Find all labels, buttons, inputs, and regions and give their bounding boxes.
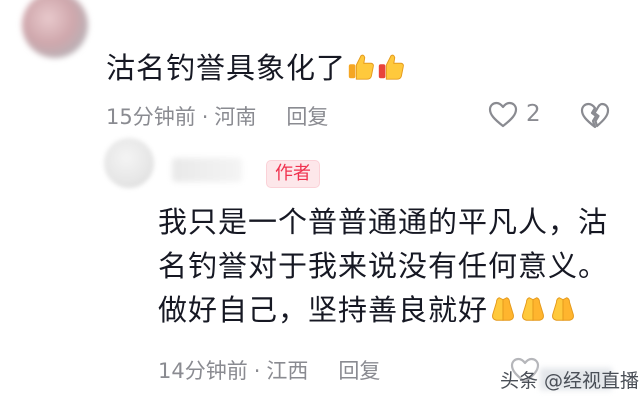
meta-separator: · xyxy=(201,105,209,129)
author-name[interactable] xyxy=(172,158,242,182)
thumbs-up-emoji-icon xyxy=(378,54,404,80)
comment-time: 15分钟前 xyxy=(106,105,196,129)
folded-hands-emoji-icon xyxy=(552,297,574,321)
reply-button[interactable]: 回复 xyxy=(338,359,380,383)
comment-body: 沽名钓誉具象化了 xyxy=(106,51,347,85)
like-count: 2 xyxy=(526,101,541,127)
reply-location: 江西 xyxy=(266,359,309,383)
watermark: 头条 @经视直播 xyxy=(500,370,640,392)
reply-line-1: 我只是一个普普通通的平凡人，沽 xyxy=(158,205,609,239)
broken-heart-icon[interactable] xyxy=(580,101,610,129)
meta-separator: · xyxy=(253,359,261,383)
comment-text: 沽名钓誉具象化了 xyxy=(106,46,406,90)
like-button[interactable]: 2 xyxy=(488,100,541,128)
reply-meta: 14分钟前 · 江西 回复 xyxy=(158,356,380,386)
reply-line-2: 名钓誉对于我来说没有任何意义。 xyxy=(158,249,609,283)
comment-location: 河南 xyxy=(214,105,257,129)
reply-button[interactable]: 回复 xyxy=(286,105,328,129)
reply-text: 我只是一个普普通通的平凡人，沽 名钓誉对于我来说没有任何意义。 做好自己，坚持善… xyxy=(158,200,618,332)
author-avatar[interactable] xyxy=(104,138,154,188)
folded-hands-emoji-icon xyxy=(522,297,544,321)
comment-meta: 15分钟前 · 河南 回复 xyxy=(106,102,328,132)
reply-line-3: 做好自己，坚持善良就好 xyxy=(158,288,618,332)
reply-time: 14分钟前 xyxy=(158,359,248,383)
author-badge: 作者 xyxy=(266,160,320,188)
commenter-avatar[interactable] xyxy=(22,0,88,58)
heart-icon xyxy=(488,101,518,128)
reply-line-3-text: 做好自己，坚持善良就好 xyxy=(158,293,489,327)
folded-hands-emoji-icon xyxy=(492,297,514,321)
thumbs-up-emoji-icon xyxy=(348,54,374,80)
